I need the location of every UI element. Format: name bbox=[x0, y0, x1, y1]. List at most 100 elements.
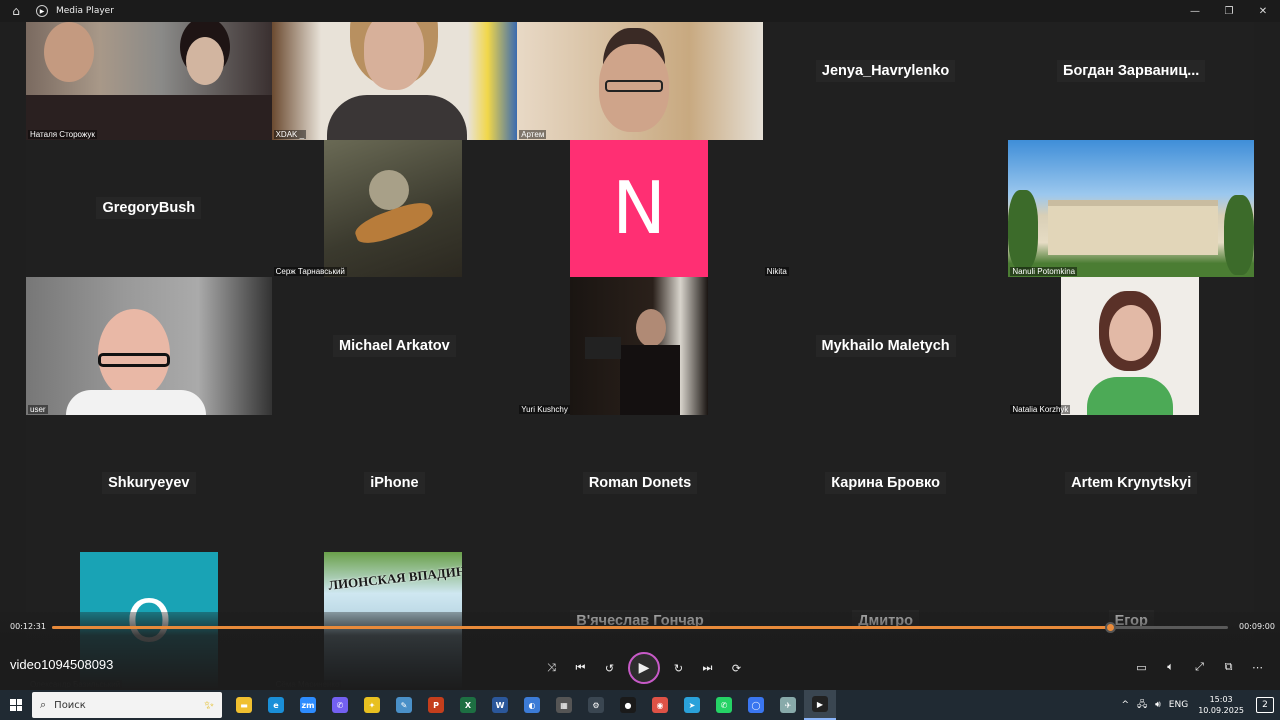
miniplayer-icon[interactable]: ⧉ bbox=[1214, 657, 1243, 677]
sticky-app-icon[interactable]: ✦ bbox=[356, 690, 388, 720]
video-name: video1094508093 bbox=[10, 657, 114, 672]
participant-name: Roman Donets bbox=[582, 472, 698, 495]
video-frame[interactable]: Наталя Сторожук XDAK _ Артем Jenya_Havrylen… bbox=[26, 0, 1254, 690]
whatsapp-icon[interactable]: ✆ bbox=[708, 690, 740, 720]
language-indicator[interactable]: ENG bbox=[1169, 700, 1188, 710]
play-button[interactable]: ▶ bbox=[628, 652, 660, 684]
fullscreen-icon[interactable]: ⤢ bbox=[1185, 657, 1214, 677]
participant-tile: Серж Тарнавський bbox=[272, 139, 518, 277]
media-player-icon[interactable]: ▶ bbox=[804, 690, 836, 720]
excel-icon[interactable]: X bbox=[452, 690, 484, 720]
participant-video bbox=[26, 2, 272, 140]
file-explorer-icon[interactable]: ▬ bbox=[228, 690, 260, 720]
app-glyph: ✦ bbox=[364, 697, 380, 713]
start-button[interactable] bbox=[0, 699, 32, 711]
participant-label: user bbox=[28, 404, 48, 414]
participant-label: XDAK _ bbox=[273, 129, 307, 139]
app-glyph: ✆ bbox=[332, 697, 348, 713]
window-title: Media Player bbox=[56, 6, 114, 16]
seek-bar[interactable] bbox=[52, 622, 1228, 633]
telegram-icon[interactable]: ➤ bbox=[676, 690, 708, 720]
app-glyph: P bbox=[428, 697, 444, 713]
skip-back-10-icon[interactable]: ↺ bbox=[595, 655, 624, 681]
avatar-letter: N bbox=[612, 166, 666, 251]
participant-video: N bbox=[570, 139, 708, 277]
speaker-icon[interactable]: 🔊︎ bbox=[1155, 700, 1161, 710]
view-buttons: ▭ 🔈︎ ⤢ ⧉ ⋯ bbox=[1127, 657, 1272, 677]
previous-icon[interactable]: ⏮ bbox=[566, 655, 595, 681]
settings-icon[interactable]: ⚙ bbox=[580, 690, 612, 720]
network-icon[interactable]: 🖧︎ bbox=[1137, 697, 1147, 713]
participant-label: Yuri Kushchy bbox=[519, 404, 570, 414]
notification-icon[interactable]: 2 bbox=[1256, 697, 1274, 713]
title-bar: ⌂ ▶ Media Player — ❐ ✕ bbox=[0, 0, 1280, 22]
participant-tile: Nanuli Potomkina bbox=[1008, 139, 1254, 277]
app-glyph: ◐ bbox=[524, 697, 540, 713]
participant-tile: Mykhailo Maletych bbox=[763, 277, 1009, 415]
system-tray: ^ 🖧︎ 🔊︎ ENG 15:03 10.09.2025 2 bbox=[1118, 690, 1280, 720]
shuffle-icon[interactable]: ⤨ bbox=[537, 655, 566, 681]
chevron-up-icon[interactable]: ^ bbox=[1122, 700, 1130, 710]
clock[interactable]: 15:03 10.09.2025 bbox=[1198, 694, 1244, 716]
participant-tile: Наталя Сторожук bbox=[26, 2, 272, 140]
participant-video bbox=[271, 2, 518, 140]
windows-logo-icon bbox=[10, 699, 22, 711]
participant-label: Natalia Korzhyk bbox=[1010, 404, 1071, 414]
powerpoint-icon[interactable]: P bbox=[420, 690, 452, 720]
app-glyph: ➤ bbox=[684, 697, 700, 713]
signal-icon[interactable]: ◯ bbox=[740, 690, 772, 720]
chrome-icon[interactable]: ◉ bbox=[644, 690, 676, 720]
elapsed-time: 00:12:31 bbox=[10, 622, 46, 631]
viber-icon[interactable]: ✆ bbox=[324, 690, 356, 720]
participant-video bbox=[323, 139, 462, 277]
edge-icon[interactable]: e bbox=[260, 690, 292, 720]
home-icon[interactable]: ⌂ bbox=[0, 0, 32, 22]
app-glyph: W bbox=[492, 697, 508, 713]
participant-name: Mykhailo Maletych bbox=[815, 334, 956, 357]
window-controls: — ❐ ✕ bbox=[1178, 0, 1280, 22]
app-glyph: ✆ bbox=[716, 697, 732, 713]
snipping-icon[interactable]: ✎ bbox=[388, 690, 420, 720]
participant-tile: user bbox=[26, 277, 272, 415]
participant-video bbox=[1008, 139, 1254, 277]
participant-tile: Shkuryeyev bbox=[26, 415, 272, 553]
search-highlight-icon: ✨︎ bbox=[204, 697, 214, 712]
seek-thumb[interactable] bbox=[1105, 622, 1117, 633]
word-icon[interactable]: W bbox=[484, 690, 516, 720]
participant-label: Nanuli Potomkina bbox=[1010, 267, 1078, 276]
app-glyph: ◉ bbox=[652, 697, 668, 713]
participant-tile: Jenya_Havrylenko bbox=[763, 2, 1009, 140]
volume-icon[interactable]: 🔈︎ bbox=[1156, 657, 1185, 677]
poster-text: ЛИОНСКАЯ ВПАДИНА bbox=[327, 562, 462, 593]
app-glyph: ▬ bbox=[236, 697, 252, 713]
skype-icon[interactable]: ● bbox=[612, 690, 644, 720]
app-glyph: ⚙ bbox=[588, 697, 604, 713]
taskbar-apps: ▬ e zm ✆ ✦ ✎ P X W ◐ ▦ ⚙ ● ◉ ➤ ✆ ◯ ✈ ▶ bbox=[228, 690, 836, 720]
media-player-logo-icon: ▶ bbox=[36, 5, 48, 17]
calculator-icon[interactable]: ▦ bbox=[548, 690, 580, 720]
paperplane-icon[interactable]: ✈ bbox=[772, 690, 804, 720]
captions-icon[interactable]: ▭ bbox=[1127, 657, 1156, 677]
more-options-icon[interactable]: ⋯ bbox=[1243, 657, 1272, 677]
participant-tile: Roman Donets bbox=[517, 415, 763, 553]
notification-count: 2 bbox=[1262, 700, 1268, 710]
paint-icon[interactable]: ◐ bbox=[516, 690, 548, 720]
app-glyph: ✎ bbox=[396, 697, 412, 713]
close-icon[interactable]: ✕ bbox=[1246, 0, 1280, 22]
app-glyph: e bbox=[268, 697, 284, 713]
restore-icon[interactable]: ❐ bbox=[1212, 0, 1246, 22]
remaining-time: 00:09:00 bbox=[1239, 622, 1275, 631]
taskbar-search[interactable]: ⌕ Поиск ✨︎ bbox=[32, 692, 222, 718]
participant-tile: Артем bbox=[517, 2, 763, 140]
repeat-off-icon[interactable]: ⟳ bbox=[722, 655, 751, 681]
minimize-icon[interactable]: — bbox=[1178, 0, 1212, 22]
participant-name: Shkuryeyev bbox=[102, 472, 196, 495]
participant-name: iPhone bbox=[364, 472, 425, 495]
next-icon[interactable]: ⏭ bbox=[693, 655, 722, 681]
participant-tile: Карина Бровко bbox=[763, 415, 1009, 553]
skip-forward-30-icon[interactable]: ↻ bbox=[664, 655, 693, 681]
zoom-icon[interactable]: zm bbox=[292, 690, 324, 720]
app-glyph: ▶ bbox=[812, 696, 828, 712]
participant-tile: iPhone bbox=[272, 415, 518, 553]
app-glyph: ▦ bbox=[556, 697, 572, 713]
